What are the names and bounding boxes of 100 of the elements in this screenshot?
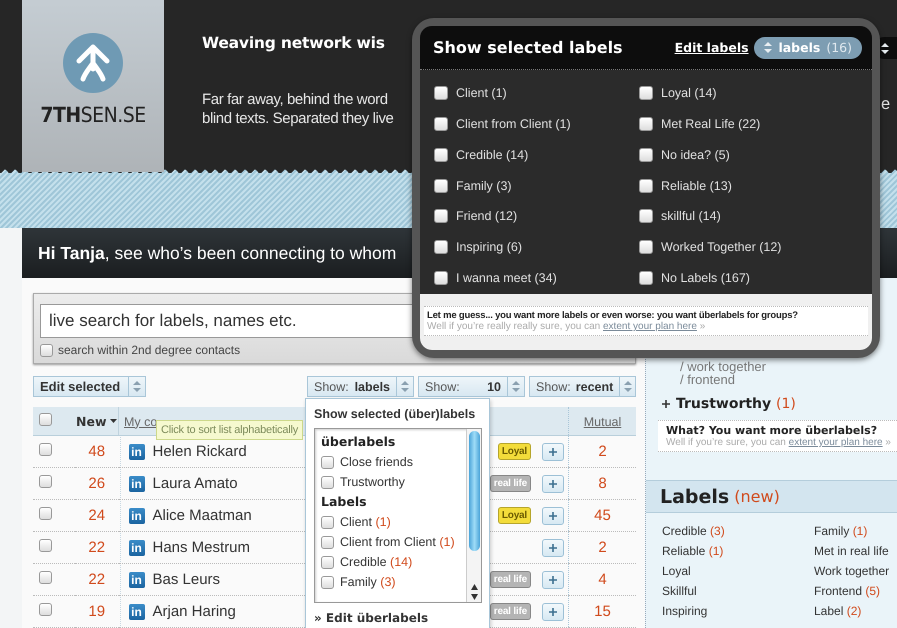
updown-arrows-icon <box>401 381 409 392</box>
checkbox[interactable] <box>40 344 53 356</box>
checkbox[interactable] <box>39 539 52 552</box>
edit-labels-link[interactable]: Edit labels <box>674 40 749 55</box>
checkbox[interactable] <box>434 240 448 254</box>
add-label-button[interactable] <box>542 570 564 588</box>
label-option[interactable]: skillful (14) <box>661 209 721 224</box>
group-heading: Labels <box>321 493 368 511</box>
checkbox[interactable] <box>321 556 334 568</box>
checkbox[interactable] <box>39 475 52 488</box>
updown-arrows-icon <box>764 42 772 53</box>
upgrade-link[interactable]: extent your plan here <box>788 437 883 448</box>
logo-text: 7THSEN.SE <box>40 103 146 127</box>
show-filter-dropdown[interactable]: Show: labels <box>307 376 414 397</box>
edit-selected-dropdown[interactable]: Edit selected <box>33 376 146 397</box>
uberlabel-item[interactable]: Trustworthy (1) <box>676 396 796 412</box>
checkbox[interactable] <box>39 507 52 520</box>
checkbox[interactable] <box>639 178 653 193</box>
filter-option[interactable]: Family (3) <box>340 575 396 589</box>
checkbox[interactable] <box>321 516 334 528</box>
label-item[interactable]: Inspiring <box>662 603 814 620</box>
checkbox[interactable] <box>434 86 448 100</box>
new-count: 22 <box>75 564 118 596</box>
checkbox[interactable] <box>39 413 52 426</box>
checkbox[interactable] <box>321 476 334 488</box>
show-filter-dropdown[interactable]: Show: 10 <box>418 376 525 397</box>
source-badge: in <box>128 604 144 620</box>
add-label-button[interactable] <box>542 474 564 492</box>
label-option[interactable]: Client from Client (1) <box>456 116 571 131</box>
scrollbar[interactable] <box>466 429 481 602</box>
label-item[interactable]: Loyal <box>662 563 814 580</box>
intro-text: e <box>881 95 890 114</box>
checkbox[interactable] <box>639 209 653 224</box>
scroll-down-arrow-icon[interactable] <box>470 594 478 600</box>
labels-header: Labels (new) <box>646 480 897 513</box>
checkbox[interactable] <box>434 116 448 131</box>
label-item[interactable]: Family (1) <box>814 523 897 540</box>
checkbox[interactable] <box>639 148 653 162</box>
label-option[interactable]: Family (3) <box>456 178 512 193</box>
checkbox[interactable] <box>639 271 653 286</box>
label-option[interactable]: Client (1) <box>456 86 507 100</box>
label-item[interactable]: Reliable (1) <box>662 543 814 560</box>
add-label-button[interactable] <box>542 538 564 556</box>
filter-option[interactable]: Close friends <box>340 455 413 469</box>
sort-tooltip: Click to sort list alphabetically <box>156 420 304 440</box>
label-tag: Loyal <box>498 507 531 524</box>
new-count: 22 <box>75 532 118 564</box>
label-item[interactable]: Frontend (5) <box>814 583 897 600</box>
mutual-count: 2 <box>568 436 636 468</box>
label-path: / frontend <box>679 373 735 386</box>
label-option[interactable]: Loyal (14) <box>661 86 717 100</box>
filter-option[interactable]: Trustworthy <box>340 475 405 489</box>
checkbox[interactable] <box>434 178 448 193</box>
checkbox[interactable] <box>321 456 334 468</box>
checkbox[interactable] <box>39 571 52 584</box>
scroll-up-arrow-icon[interactable] <box>470 584 478 590</box>
plus-icon <box>549 480 557 488</box>
add-label-button[interactable] <box>542 602 564 620</box>
filter-option[interactable]: Credible (14) <box>340 555 412 569</box>
checkbox[interactable] <box>639 86 653 100</box>
edit-uberlabels-link[interactable]: » Edit überlabels <box>314 611 482 625</box>
plus-icon <box>549 608 557 616</box>
checkbox[interactable] <box>639 116 653 131</box>
label-option[interactable]: Inspiring (6) <box>456 240 522 254</box>
add-label-button[interactable] <box>542 506 564 524</box>
checkbox[interactable] <box>39 443 52 456</box>
checkbox[interactable] <box>639 240 653 254</box>
source-badge: in <box>128 508 144 524</box>
show-filter-dropdown[interactable]: Show: recent <box>529 376 636 397</box>
intro-text: blind texts. Separated they live <box>202 109 394 128</box>
filter-option[interactable]: Client (1) <box>340 515 391 529</box>
label-item[interactable]: Label (2) <box>814 603 897 620</box>
label-option[interactable]: Credible (14) <box>456 148 528 162</box>
label-item[interactable]: Met in real life <box>814 543 897 560</box>
checkbox[interactable] <box>39 603 52 616</box>
checkbox[interactable] <box>434 271 448 286</box>
label-option[interactable]: Met Real Life (22) <box>661 116 760 131</box>
label-item[interactable]: Skillful <box>662 583 814 600</box>
checkbox[interactable] <box>321 536 334 548</box>
label-option[interactable]: Friend (12) <box>456 209 518 224</box>
label-option[interactable]: Reliable (13) <box>661 178 732 193</box>
label-option[interactable]: No idea? (5) <box>661 148 730 162</box>
arrow-up-logo-icon <box>63 33 123 93</box>
checkbox[interactable] <box>321 576 334 588</box>
checkbox-label: search within 2nd degree contacts <box>58 343 240 357</box>
checkbox[interactable] <box>434 209 448 224</box>
dropdown-title: Show selected (über)labels <box>314 407 476 421</box>
label-item[interactable]: Credible (3) <box>662 523 814 540</box>
page-heading: Weaving network wis <box>202 34 386 52</box>
popup-title: Show selected labels <box>433 38 623 57</box>
label-tag: real life <box>490 571 531 588</box>
intro-text: Far far away, behind the word <box>202 90 389 109</box>
checkbox[interactable] <box>434 148 448 162</box>
filter-option[interactable]: Client from Client (1) <box>340 535 455 549</box>
label-option[interactable]: Worked Together (12) <box>661 240 782 254</box>
mutual-count: 8 <box>568 468 636 500</box>
new-count: 48 <box>75 436 118 468</box>
label-item[interactable]: Work together <box>814 563 897 580</box>
source-badge: in <box>128 444 144 460</box>
add-label-button[interactable] <box>542 442 564 460</box>
